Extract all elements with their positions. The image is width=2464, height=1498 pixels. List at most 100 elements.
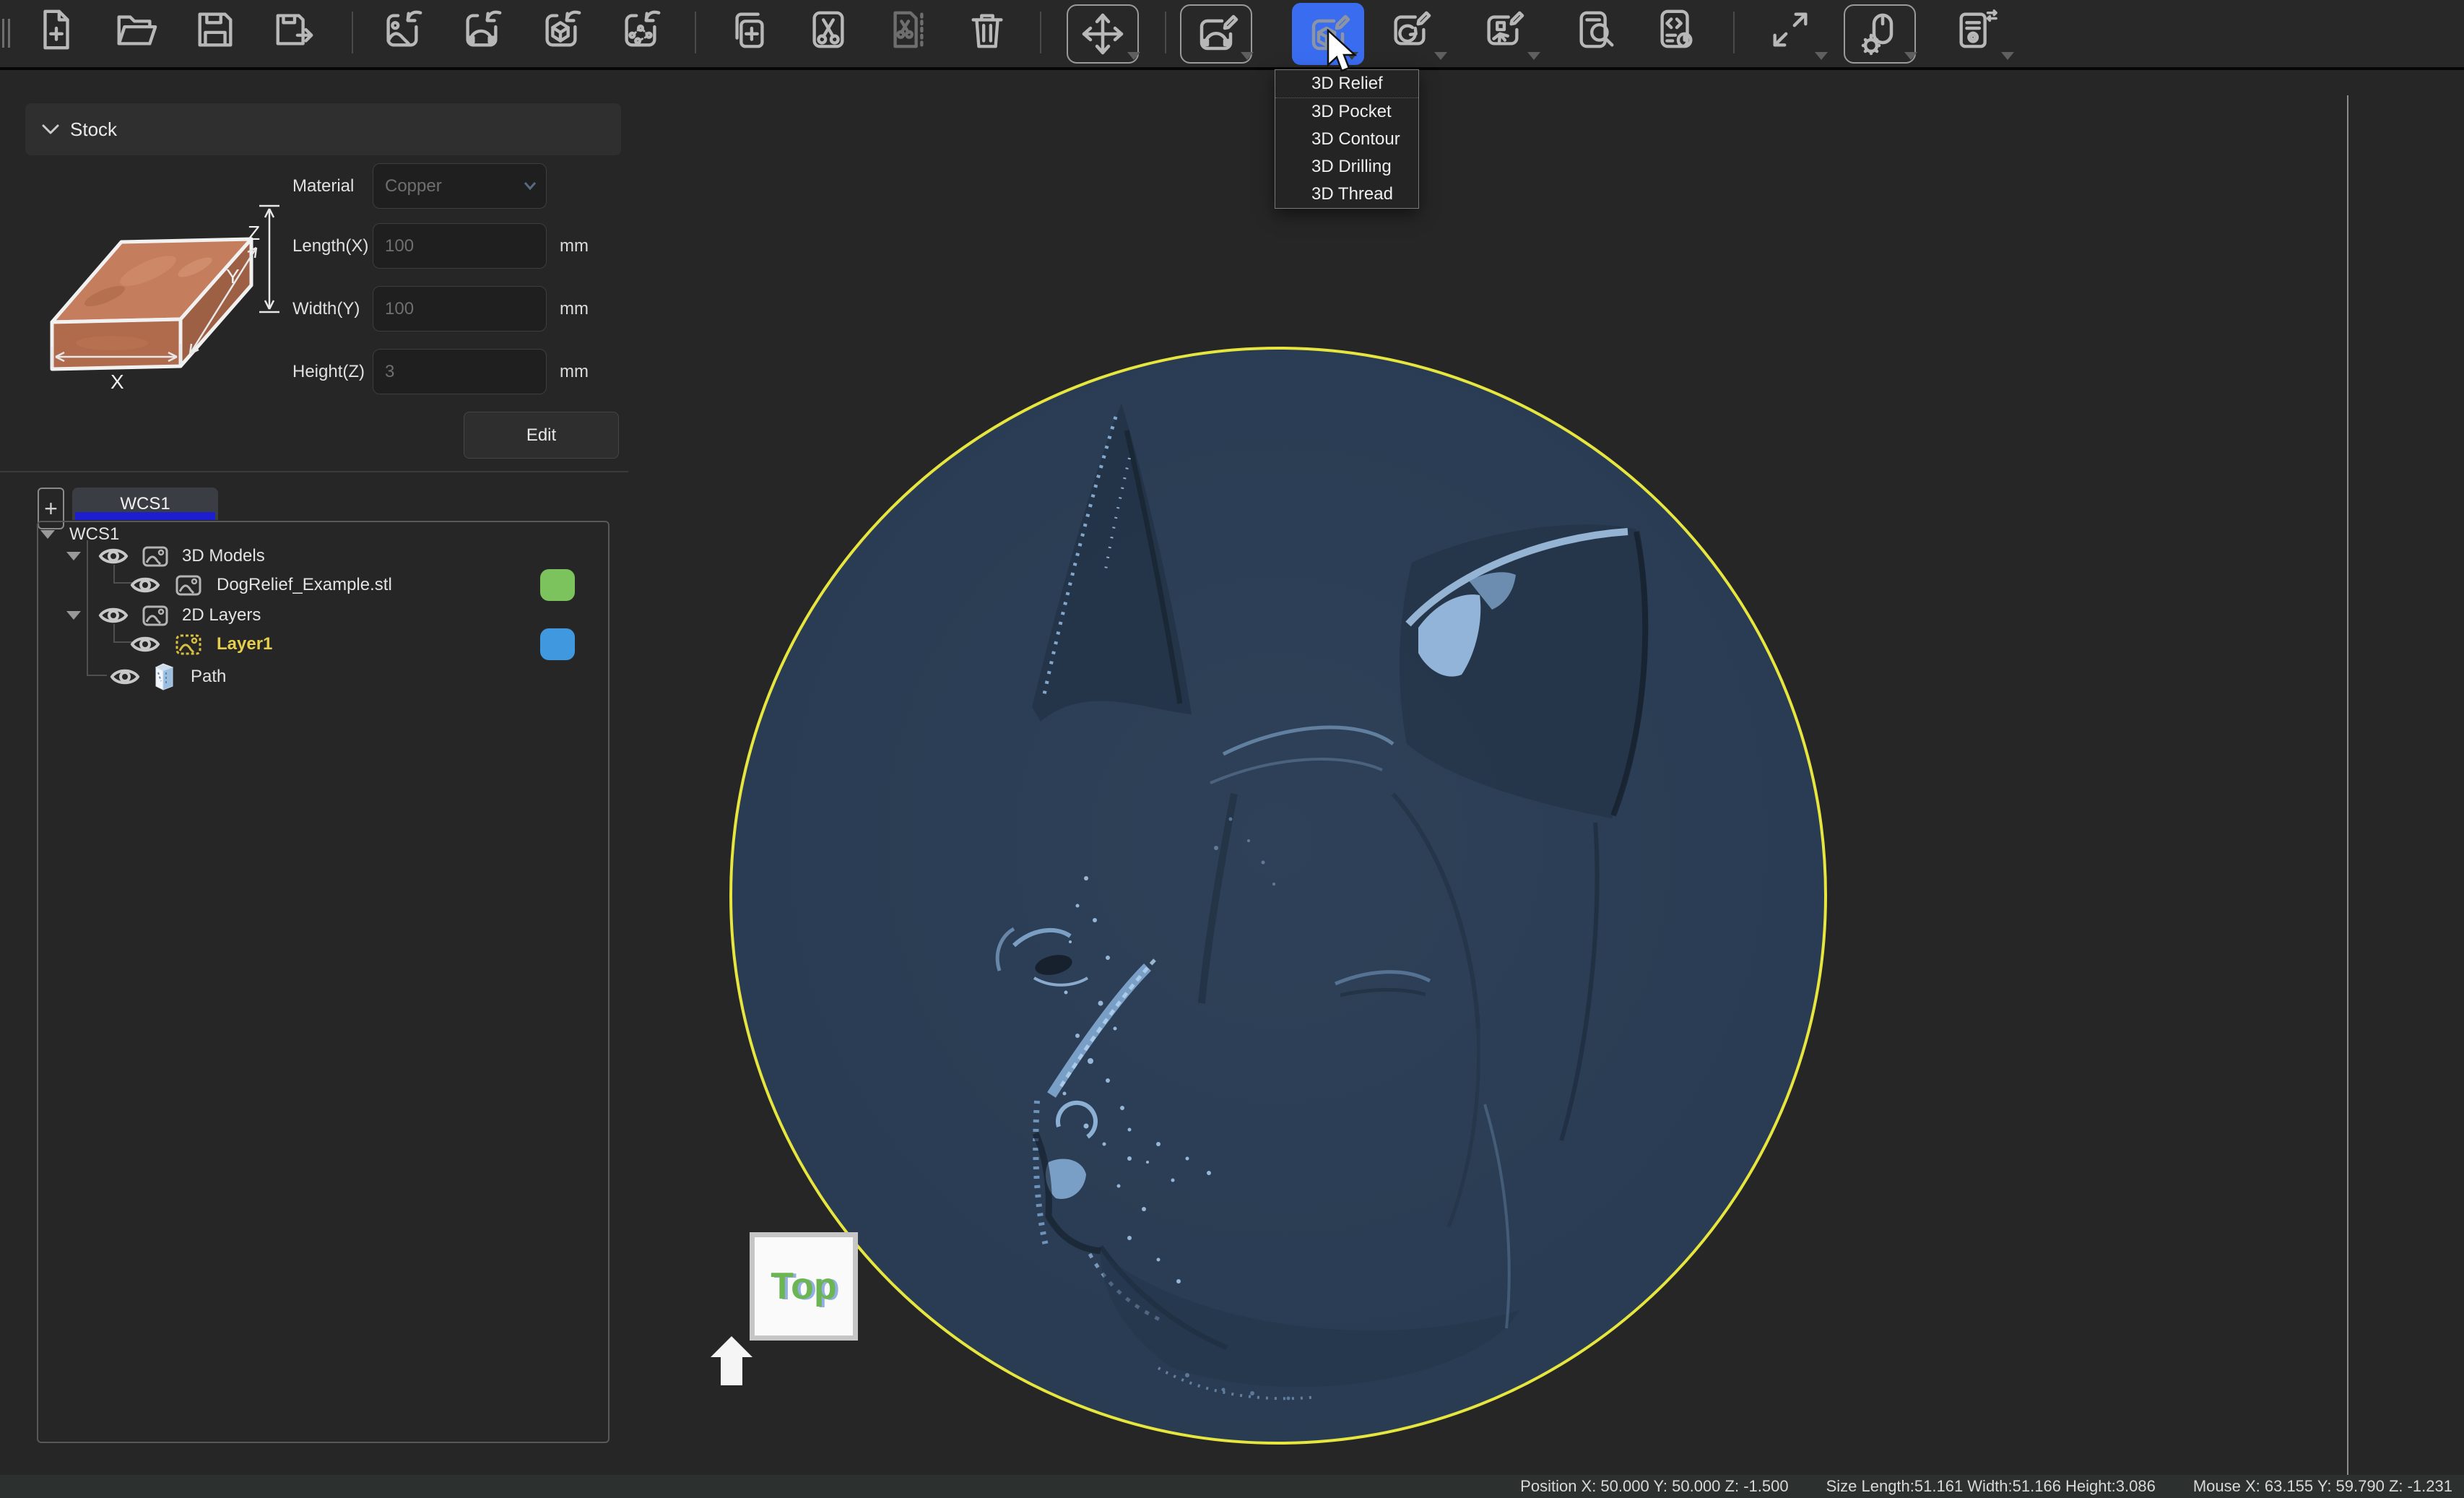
toolbar-grip[interactable] — [2, 19, 4, 48]
tree-label-layer1: Layer1 — [217, 634, 272, 654]
tree-row-3d-models[interactable]: 3D Models — [66, 542, 265, 571]
layer-color-swatch[interactable] — [540, 628, 575, 660]
edit-stock-button[interactable]: Edit — [464, 412, 619, 459]
tree-row-layer1[interactable]: Layer1 — [130, 630, 272, 659]
width-y-label: Width(Y) — [292, 286, 360, 332]
length-x-unit: mm — [560, 223, 589, 269]
rotary-toolpath-button[interactable] — [1387, 7, 1432, 52]
layer-group-icon — [142, 604, 169, 627]
import-vector-icon — [459, 7, 504, 52]
cut-button[interactable] — [806, 7, 851, 52]
post-process-button[interactable] — [1954, 7, 1999, 52]
import-image-icon — [380, 7, 425, 52]
home-view-icon[interactable] — [711, 1336, 752, 1385]
gcode-icon — [1654, 7, 1699, 52]
simulate-button[interactable] — [1574, 7, 1619, 52]
toolbar-grip[interactable] — [8, 19, 10, 48]
copy-button[interactable] — [727, 7, 772, 52]
material-dropdown-icon[interactable] — [523, 181, 537, 191]
transform-move-icon — [1080, 11, 1126, 57]
export-button[interactable] — [272, 7, 317, 52]
mouse-settings-dropdown-arrow[interactable] — [1904, 52, 1917, 60]
laser-toolpath-dropdown-arrow[interactable] — [1527, 52, 1540, 60]
paste-button[interactable] — [885, 7, 930, 52]
height-z-label: Height(Z) — [292, 349, 365, 394]
stock-section-header[interactable]: Stock — [25, 103, 621, 155]
visibility-eye-icon[interactable] — [98, 605, 129, 626]
post-process-icon — [1954, 7, 1999, 52]
gcode-button[interactable] — [1654, 7, 1699, 52]
width-y-input[interactable] — [373, 286, 547, 332]
length-x-input[interactable] — [373, 223, 547, 269]
menu-item-3d-pocket[interactable]: 3D Pocket — [1275, 98, 1418, 126]
save-icon — [193, 7, 238, 52]
transform-dropdown-arrow[interactable] — [1127, 52, 1140, 60]
2d-toolpath-dropdown-arrow[interactable] — [1241, 52, 1254, 60]
tree-label-3d-models: 3D Models — [182, 546, 265, 566]
laser-toolpath-button[interactable] — [1480, 7, 1525, 52]
visibility-eye-icon[interactable] — [110, 666, 140, 688]
visibility-eye-icon[interactable] — [130, 574, 160, 596]
tree-row-2d-layers[interactable]: 2D Layers — [66, 601, 261, 630]
toolbar-separator — [352, 12, 353, 53]
mouse-cursor — [1326, 29, 1358, 74]
axis-label-z: Z — [248, 222, 260, 244]
layer-item-icon-selected — [175, 633, 202, 656]
collapse-arrow-icon[interactable] — [66, 552, 81, 560]
stock-block-diagram: X Y Z — [40, 188, 289, 437]
import-vector-button[interactable] — [459, 7, 504, 52]
open-file-button[interactable] — [113, 7, 158, 52]
tree-row-path[interactable]: Path — [110, 662, 226, 691]
model-color-swatch[interactable] — [540, 569, 575, 601]
import-image-button[interactable] — [380, 7, 425, 52]
fullscreen-icon — [1768, 7, 1813, 52]
post-process-dropdown-arrow[interactable] — [2001, 52, 2014, 60]
tree-label-2d-layers: 2D Layers — [182, 605, 261, 625]
import-3d-model-button[interactable] — [539, 7, 584, 52]
view-cube-top[interactable]: Top — [750, 1232, 858, 1341]
toolbar-separator — [1040, 12, 1041, 53]
height-z-input[interactable] — [373, 349, 547, 394]
3d-toolpath-dropdown-menu: 3D Relief 3D Pocket 3D Contour 3D Drilli… — [1275, 69, 1419, 209]
panel-divider — [0, 471, 628, 472]
toolbar-separator — [695, 12, 696, 53]
visibility-eye-icon[interactable] — [98, 545, 129, 567]
fit-view-button[interactable] — [1768, 7, 1813, 52]
material-input[interactable] — [373, 163, 547, 209]
tab-wcs1-active-indicator — [75, 512, 215, 520]
collapse-arrow-icon[interactable] — [40, 530, 55, 539]
simulate-magnifier-icon — [1574, 7, 1619, 52]
menu-item-3d-thread[interactable]: 3D Thread — [1275, 181, 1418, 208]
visibility-eye-icon[interactable] — [130, 633, 160, 655]
height-z-unit: mm — [560, 349, 589, 394]
tree-row-dogrelief[interactable]: DogRelief_Example.stl — [130, 571, 392, 599]
width-y-unit: mm — [560, 286, 589, 332]
delete-button[interactable] — [965, 7, 1010, 52]
import-toolpath-button[interactable] — [618, 7, 663, 52]
toolbar — [0, 0, 2464, 70]
menu-item-3d-drilling[interactable]: 3D Drilling — [1275, 153, 1418, 181]
path-block-icon — [153, 662, 175, 691]
rotary-toolpath-icon — [1387, 7, 1432, 52]
menu-item-3d-contour[interactable]: 3D Contour — [1275, 126, 1418, 153]
status-position: Position X: 50.000 Y: 50.000 Z: -1.500 — [1520, 1477, 1788, 1496]
paste-icon — [885, 7, 930, 52]
cut-icon — [806, 7, 851, 52]
axis-label-y: Y — [226, 265, 240, 287]
viewport-canvas[interactable] — [628, 70, 2347, 1475]
model-group-icon — [142, 545, 169, 568]
rotary-toolpath-dropdown-arrow[interactable] — [1434, 52, 1447, 60]
app-window: 3D Relief 3D Pocket 3D Contour 3D Drilli… — [0, 0, 2464, 1498]
tree-label-path: Path — [191, 667, 226, 687]
mouse-gear-icon — [1857, 11, 1903, 57]
new-file-button[interactable] — [34, 7, 79, 52]
axis-label-x: X — [110, 371, 124, 393]
menu-item-3d-relief[interactable]: 3D Relief — [1275, 70, 1418, 98]
fit-view-dropdown-arrow[interactable] — [1815, 52, 1828, 60]
tree-connector — [87, 675, 107, 676]
status-size: Size Length:51.161 Width:51.166 Height:3… — [1826, 1477, 2156, 1496]
save-button[interactable] — [193, 7, 238, 52]
collapse-arrow-icon[interactable] — [66, 611, 81, 620]
toolbar-separator — [1165, 12, 1166, 53]
viewport-scrollbar[interactable] — [2347, 95, 2348, 1475]
